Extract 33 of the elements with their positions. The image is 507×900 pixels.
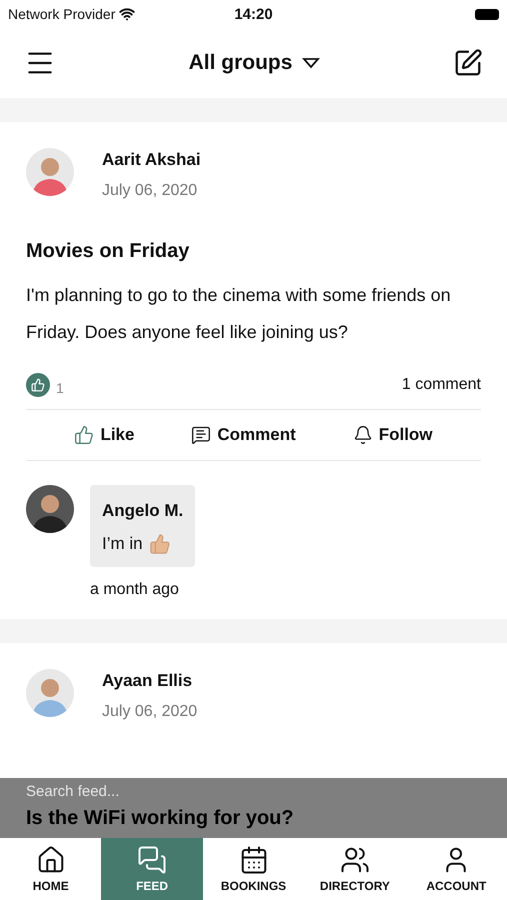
comment-text: I’m in bbox=[102, 534, 143, 554]
avatar bbox=[26, 148, 74, 196]
wifi-icon bbox=[119, 6, 136, 22]
tab[interactable]: FEED bbox=[101, 838, 203, 900]
search-field[interactable]: Search feed... bbox=[26, 783, 186, 800]
carrier-name: Network Provider bbox=[8, 6, 116, 22]
group-selector[interactable]: All groups bbox=[188, 51, 320, 75]
battery-icon bbox=[475, 8, 499, 20]
bell-icon bbox=[352, 425, 373, 445]
post-date: July 06, 2020 bbox=[102, 703, 198, 721]
post-title: Is the WiFi working for you? bbox=[26, 807, 295, 829]
comment-icon bbox=[191, 425, 212, 445]
directory-icon bbox=[340, 845, 370, 875]
avatar bbox=[26, 485, 74, 533]
comment-count[interactable]: 1 comment bbox=[402, 376, 481, 394]
comment-time: a month ago bbox=[90, 581, 180, 599]
caret-icon bbox=[302, 57, 320, 69]
avatar bbox=[26, 669, 74, 717]
post-date: July 06, 2020 bbox=[102, 182, 198, 200]
feed-icon bbox=[137, 845, 168, 875]
thumbs-up-icon bbox=[74, 425, 94, 445]
edit-button[interactable] bbox=[453, 48, 483, 78]
thumbs-up-icon bbox=[148, 533, 171, 555]
author-name: Ayaan Ellis bbox=[102, 671, 194, 691]
comment-author: Angelo M. bbox=[102, 501, 184, 521]
author-name: Aarit Akshai bbox=[102, 150, 201, 170]
post-title: Movies on Friday bbox=[26, 240, 190, 263]
post-body: I'm planning to go to the cinema with some friends on Friday. Does anyone feel like joining us? bbox=[26, 284, 452, 344]
follow-button[interactable]: Follow bbox=[352, 425, 433, 445]
like-button[interactable]: Like bbox=[74, 425, 134, 445]
clock: 14:20 bbox=[234, 6, 273, 22]
comment-button[interactable]: Comment bbox=[191, 425, 296, 445]
like-count: 1 bbox=[56, 380, 64, 396]
